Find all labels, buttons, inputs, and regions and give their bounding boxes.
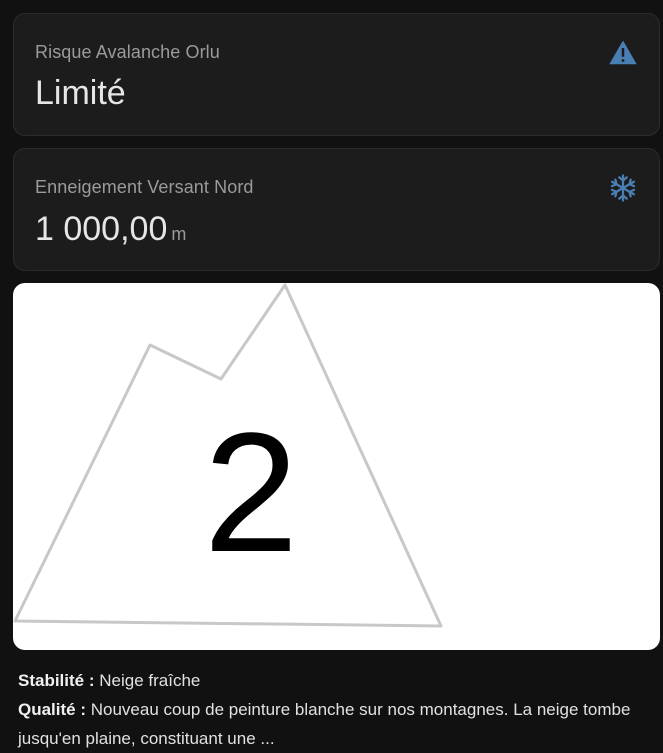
avalanche-risk-card[interactable]: Risque Avalanche Orlu Limité	[13, 13, 660, 136]
mountain-risk-pictogram: 2	[13, 283, 443, 628]
warning-icon	[609, 40, 637, 65]
quality-value: Nouveau coup de peinture blanche sur nos…	[18, 700, 631, 748]
risk-level-number: 2	[204, 398, 299, 588]
avalanche-risk-value: Limité	[35, 74, 126, 112]
quality-line: Qualité : Nouveau coup de peinture blanc…	[18, 695, 648, 753]
avalanche-risk-title: Risque Avalanche Orlu	[35, 42, 220, 62]
avalanche-risk-image: 2	[13, 283, 660, 650]
snow-depth-card[interactable]: Enneigement Versant Nord 1 000,00 m	[13, 148, 660, 271]
snowflake-icon	[610, 174, 636, 202]
stability-line: Stabilité : Neige fraîche	[18, 666, 648, 695]
snow-depth-title: Enneigement Versant Nord	[35, 177, 254, 197]
quality-label: Qualité :	[18, 700, 87, 719]
stability-label: Stabilité :	[18, 671, 95, 690]
snow-depth-value-row: 1 000,00 m	[35, 212, 186, 251]
stability-value: Neige fraîche	[99, 671, 201, 690]
snow-depth-value: 1 000,00	[35, 210, 168, 248]
snow-depth-unit: m	[171, 224, 187, 244]
snow-bulletin-info: Stabilité : Neige fraîche Qualité : Nouv…	[18, 666, 648, 753]
